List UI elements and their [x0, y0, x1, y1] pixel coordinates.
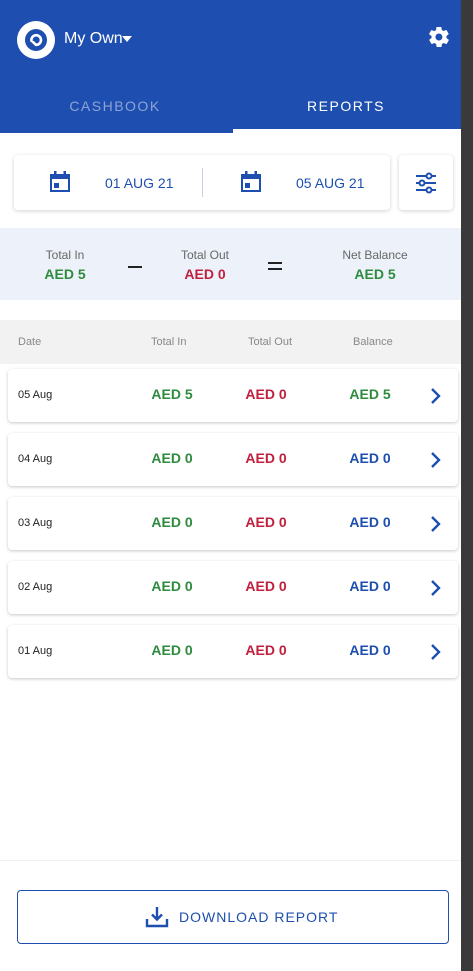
gear-icon[interactable]	[427, 25, 451, 49]
date-divider	[202, 168, 203, 197]
date-range-card: 01 AUG 21 05 AUG 21	[14, 155, 390, 210]
total-out-label: Total Out	[180, 248, 230, 262]
row-total-out: AED 0	[245, 578, 287, 594]
minus-sign	[128, 266, 142, 268]
app-logo-icon	[17, 21, 55, 59]
row-total-out: AED 0	[245, 514, 287, 530]
row-total-in: AED 0	[151, 578, 193, 594]
download-report-button[interactable]: DOWNLOAD REPORT	[17, 890, 449, 944]
chevron-right-icon[interactable]	[428, 451, 442, 469]
window-edge	[461, 0, 473, 971]
row-balance: AED 0	[349, 578, 391, 594]
row-total-out: AED 0	[245, 642, 287, 658]
table-row[interactable]: 05 Aug AED 5 AED 0 AED 5	[8, 369, 458, 422]
chevron-right-icon[interactable]	[428, 579, 442, 597]
calendar-icon	[50, 171, 70, 192]
equals-sign-top	[268, 262, 282, 264]
row-total-in: AED 0	[151, 514, 193, 530]
net-balance-summary: Net Balance AED 5	[330, 248, 420, 284]
row-balance: AED 0	[349, 514, 391, 530]
caret-down-icon[interactable]	[122, 36, 132, 42]
equals-sign-bottom	[268, 268, 282, 270]
column-header-total-out: Total Out	[248, 336, 293, 348]
row-date: 04 Aug	[18, 453, 53, 465]
chevron-right-icon[interactable]	[428, 515, 442, 533]
row-total-in: AED 0	[151, 642, 193, 658]
app-header: My Own CASHBOOK REPORTS	[0, 0, 461, 133]
row-date: 05 Aug	[18, 389, 53, 401]
row-total-in: AED 5	[151, 386, 193, 402]
start-date-value: 01 AUG 21	[105, 175, 174, 191]
row-date: 02 Aug	[18, 581, 53, 593]
row-date: 03 Aug	[18, 517, 53, 529]
chevron-right-icon[interactable]	[428, 387, 442, 405]
total-in-summary: Total In AED 5	[30, 248, 100, 284]
table-row[interactable]: 03 Aug AED 0 AED 0 AED 0	[8, 497, 458, 550]
total-in-label: Total In	[45, 248, 85, 262]
reports-screen: My Own CASHBOOK REPORTS 01 AUG 21 05 AUG…	[0, 0, 461, 971]
download-icon	[145, 907, 169, 928]
row-balance: AED 0	[349, 450, 391, 466]
row-date: 01 Aug	[18, 645, 53, 657]
table-row[interactable]: 02 Aug AED 0 AED 0 AED 0	[8, 561, 458, 614]
table-row[interactable]: 04 Aug AED 0 AED 0 AED 0	[8, 433, 458, 486]
total-out-value: AED 0	[184, 266, 226, 282]
row-total-out: AED 0	[245, 386, 287, 402]
total-in-value: AED 5	[44, 266, 86, 282]
chevron-right-icon[interactable]	[428, 643, 442, 661]
net-balance-label: Net Balance	[342, 248, 408, 262]
row-balance: AED 0	[349, 642, 391, 658]
filter-sliders-icon	[416, 172, 436, 194]
column-header-date: Date	[18, 336, 42, 348]
book-switcher[interactable]: My Own	[64, 30, 123, 48]
row-balance: AED 5	[349, 386, 391, 402]
end-date-picker[interactable]: 05 AUG 21	[205, 155, 390, 210]
totals-summary: Total In AED 5 Total Out AED 0 Net Balan…	[0, 228, 461, 300]
download-report-label: DOWNLOAD REPORT	[179, 909, 339, 925]
tab-cashbook[interactable]: CASHBOOK	[0, 98, 230, 114]
end-date-value: 05 AUG 21	[296, 175, 365, 191]
net-balance-value: AED 5	[354, 266, 396, 282]
footer-bar: DOWNLOAD REPORT	[0, 860, 461, 971]
row-total-in: AED 0	[151, 450, 193, 466]
start-date-picker[interactable]: 01 AUG 21	[14, 155, 199, 210]
table-row[interactable]: 01 Aug AED 0 AED 0 AED 0	[8, 625, 458, 678]
calendar-icon	[241, 171, 261, 192]
column-header-total-in: Total In	[151, 336, 187, 348]
column-header-balance: Balance	[353, 336, 393, 348]
table-header: Date Total In Total Out Balance	[0, 320, 461, 364]
row-total-out: AED 0	[245, 450, 287, 466]
active-tab-indicator	[233, 129, 461, 133]
total-out-summary: Total Out AED 0	[170, 248, 240, 284]
tab-reports[interactable]: REPORTS	[231, 98, 461, 114]
filter-button[interactable]	[399, 155, 453, 210]
